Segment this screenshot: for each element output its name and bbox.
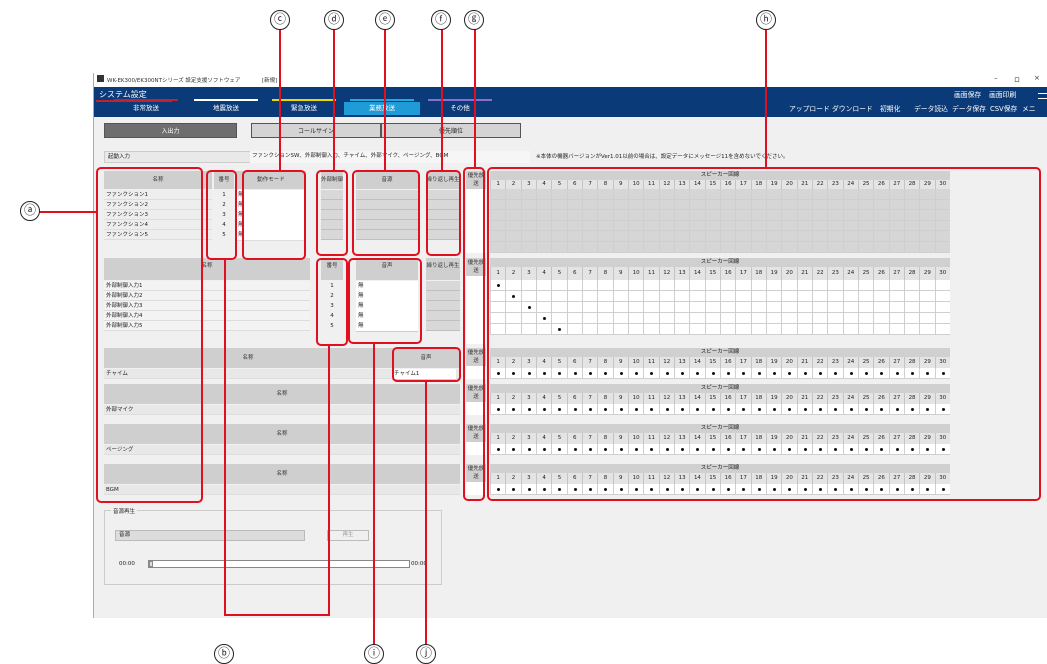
callout-f: ⓕ bbox=[431, 10, 451, 30]
ext-repeat-header: 繰り返し再生 bbox=[426, 258, 460, 280]
player-panel: 音源再生 音源 再生 00:00 00:00 bbox=[104, 507, 442, 585]
seek-handle[interactable] bbox=[149, 561, 153, 567]
leader-line-h bbox=[765, 28, 767, 168]
version-note: ※本体の機器バージョンがVer1.01以前の場合は、設定データにメッセージ11を… bbox=[536, 154, 789, 160]
tab-1[interactable]: 非常放送 bbox=[108, 99, 184, 115]
leader-line-i bbox=[373, 344, 375, 644]
leader-line-d bbox=[333, 28, 335, 171]
leader-line-g bbox=[474, 28, 476, 168]
tab-3[interactable]: 緊急放送 bbox=[266, 99, 342, 115]
ext-repeat-select[interactable] bbox=[426, 321, 460, 331]
tab-label: 業務放送 bbox=[369, 104, 395, 112]
callout-j: ⓙ bbox=[416, 644, 436, 664]
callout-d: ⓓ bbox=[324, 10, 344, 30]
title-bar: WK-EK300/EK300NTシリーズ 設定支援ソフトウェア [新規] – ロ… bbox=[94, 73, 1047, 87]
menu-button[interactable]: メニ bbox=[1022, 103, 1036, 113]
seek-bar[interactable] bbox=[148, 560, 410, 568]
leader-line-j bbox=[425, 381, 427, 644]
leader-line-e bbox=[384, 28, 386, 171]
highlight-box-i bbox=[348, 258, 422, 344]
player-title: 音源再生 bbox=[111, 507, 138, 515]
tab-4[interactable]: 業務放送 bbox=[344, 99, 420, 115]
highlight-box-g bbox=[463, 167, 485, 501]
initialize-button[interactable]: 初期化 bbox=[880, 103, 900, 113]
ext-repeat-select[interactable] bbox=[426, 281, 460, 291]
leader-line-b-right bbox=[328, 346, 330, 616]
leader-line-b-bottom bbox=[224, 614, 330, 616]
highlight-box-c bbox=[242, 170, 306, 260]
callout-a: ⓐ bbox=[20, 201, 40, 221]
screen-print-button[interactable]: 画面印刷 bbox=[989, 89, 1016, 99]
download-button[interactable]: ダウンロード bbox=[832, 103, 873, 113]
tab-label: 地震放送 bbox=[213, 104, 239, 112]
leader-line-f bbox=[441, 28, 443, 171]
highlight-box-j bbox=[392, 347, 461, 382]
highlight-box-d bbox=[316, 170, 348, 256]
tab-5[interactable]: その他 bbox=[422, 99, 498, 115]
data-load-button[interactable]: データ読込 bbox=[914, 103, 948, 113]
app-icon bbox=[97, 75, 104, 82]
highlight-box-a bbox=[96, 167, 203, 503]
tab-color-bar bbox=[114, 99, 178, 101]
csv-save-button[interactable]: CSV保存 bbox=[990, 103, 1017, 113]
callout-h: ⓗ bbox=[756, 10, 776, 30]
callout-c: ⓒ bbox=[270, 10, 290, 30]
ext-repeat-select[interactable] bbox=[426, 301, 460, 311]
highlight-box-h bbox=[487, 167, 1041, 501]
tab-label: 非常放送 bbox=[133, 104, 159, 112]
header-bar: システム設定 非常放送 地震放送 緊急放送 業務放送 その他 画面保存 画面印刷 アップ… bbox=[94, 87, 1047, 117]
tab-color-bar bbox=[428, 99, 492, 101]
maximize-button[interactable]: ロ bbox=[1014, 75, 1020, 84]
minimize-button[interactable]: – bbox=[994, 74, 998, 82]
menu-icon[interactable] bbox=[1038, 93, 1047, 99]
start-input-row: 起動入力 ファンクションSW、外部制御入力、チャイム、外部マイク、ページング、B… bbox=[104, 151, 530, 163]
subtab-io[interactable]: 入出力 bbox=[104, 123, 237, 138]
ext-repeat-select[interactable] bbox=[426, 311, 460, 321]
highlight-box-f bbox=[426, 170, 461, 256]
data-save-button[interactable]: データ保存 bbox=[952, 103, 986, 113]
leader-line-c bbox=[279, 28, 281, 171]
screen-save-button[interactable]: 画面保存 bbox=[954, 89, 981, 99]
subtab-callsign[interactable]: コールサイン bbox=[251, 123, 381, 138]
manual-figure: WK-EK300/EK300NTシリーズ 設定支援ソフトウェア [新規] – ロ… bbox=[0, 0, 1047, 664]
doc-state: [新規] bbox=[262, 78, 278, 84]
start-input-select[interactable]: ファンクションSW、外部制御入力、チャイム、外部マイク、ページング、BGM bbox=[250, 151, 530, 163]
tab-label: 緊急放送 bbox=[291, 104, 317, 112]
callout-i: ⓘ bbox=[364, 644, 384, 664]
close-button[interactable]: × bbox=[1034, 74, 1040, 82]
highlight-box-b1 bbox=[206, 170, 237, 260]
highlight-box-e bbox=[352, 170, 420, 256]
start-input-label: 起動入力 bbox=[108, 154, 131, 160]
play-button[interactable]: 再生 bbox=[327, 530, 369, 541]
tab-color-bar bbox=[272, 99, 336, 101]
tab-2[interactable]: 地震放送 bbox=[188, 99, 264, 115]
window-title: WK-EK300/EK300NTシリーズ 設定支援ソフトウェア bbox=[107, 78, 241, 84]
tab-color-bar bbox=[194, 99, 258, 101]
callout-b: ⓑ bbox=[214, 644, 234, 664]
tab-label: その他 bbox=[450, 104, 470, 112]
leader-line-a bbox=[39, 211, 97, 213]
callout-g: ⓖ bbox=[464, 10, 484, 30]
upload-button[interactable]: アップロード bbox=[789, 103, 830, 113]
callout-e: ⓔ bbox=[375, 10, 395, 30]
player-source-select[interactable]: 音源 bbox=[115, 530, 305, 541]
ext-repeat-select[interactable] bbox=[426, 291, 460, 301]
highlight-box-b2 bbox=[316, 258, 348, 346]
time-start: 00:00 bbox=[119, 561, 135, 567]
tab-color-bar bbox=[350, 99, 414, 101]
subtab-priority[interactable]: 優先順位 bbox=[381, 123, 521, 138]
player-source-label: 音源 bbox=[119, 532, 131, 538]
leader-line-b-left bbox=[224, 260, 226, 616]
